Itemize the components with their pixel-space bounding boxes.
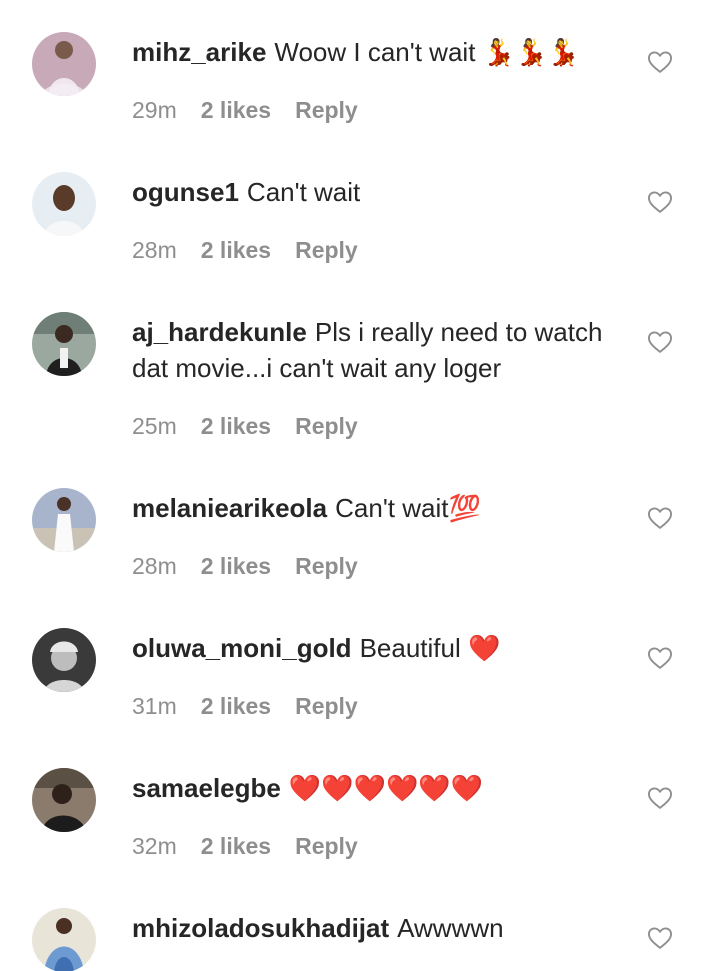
comment-body: oluwa_moni_gold Beautiful ❤️ [132,630,632,666]
comment-meta: 32m 2 likes Reply [132,832,358,860]
comment-username[interactable]: samaelegbe [132,773,281,803]
avatar[interactable] [32,768,96,832]
reply-button[interactable]: Reply [295,97,358,123]
comment-username[interactable]: mhizoladosukhadijat [132,913,389,943]
reply-button[interactable]: Reply [295,833,358,859]
avatar-image [32,908,96,971]
comment-timestamp: 28m [132,237,177,263]
like-button[interactable] [646,784,674,812]
comment-username[interactable]: ogunse1 [132,177,239,207]
comment-meta: 25m 2 likes Reply [132,412,358,440]
like-button[interactable] [646,924,674,952]
comment-meta: 28m 2 likes Reply [132,552,358,580]
like-button[interactable] [646,504,674,532]
avatar[interactable] [32,312,96,376]
comment-username[interactable]: aj_hardekunle [132,317,307,347]
comment-username[interactable]: oluwa_moni_gold [132,633,352,663]
comment-body: mihz_arike Woow I can't wait 💃💃💃 [132,34,632,70]
avatar[interactable] [32,32,96,96]
heart-outline-icon [647,191,673,213]
reply-button[interactable]: Reply [295,553,358,579]
comment-body: ogunse1 Can't wait [132,174,632,210]
avatar[interactable] [32,628,96,692]
comment-timestamp: 29m [132,97,177,123]
comment-likes-count[interactable]: 2 likes [201,833,271,859]
avatar-image [32,628,96,692]
comment-timestamp: 28m [132,553,177,579]
avatar-image [32,312,96,376]
comment-text: Woow I can't wait 💃💃💃 [274,37,580,67]
comment-text: Can't wait💯 [335,493,481,523]
heart-outline-icon [647,507,673,529]
avatar-image [32,768,96,832]
comment-timestamp: 32m [132,833,177,859]
heart-outline-icon [647,787,673,809]
like-button[interactable] [646,644,674,672]
heart-outline-icon [647,647,673,669]
comment-timestamp: 25m [132,413,177,439]
avatar[interactable] [32,488,96,552]
avatar-image [32,488,96,552]
avatar-image [32,32,96,96]
comment-likes-count[interactable]: 2 likes [201,97,271,123]
like-button[interactable] [646,188,674,216]
comment-timestamp: 31m [132,693,177,719]
comment-body: melaniearikeola Can't wait💯 [132,490,632,526]
comment-body: aj_hardekunle Pls i really need to watch … [132,314,632,386]
like-button[interactable] [646,48,674,76]
reply-button[interactable]: Reply [295,693,358,719]
comment-text: Beautiful ❤️ [359,633,501,663]
heart-outline-icon [647,927,673,949]
heart-outline-icon [647,331,673,353]
comment-meta: 28m 2 likes Reply [132,236,358,264]
like-button[interactable] [646,328,674,356]
heart-outline-icon [647,51,673,73]
avatar[interactable] [32,172,96,236]
reply-button[interactable]: Reply [295,237,358,263]
comment-likes-count[interactable]: 2 likes [201,413,271,439]
comment-text: ❤️❤️❤️❤️❤️❤️ [288,773,484,803]
comment-body: mhizoladosukhadijat Awwwwn [132,910,632,946]
comment-list: mihz_arike Woow I can't wait 💃💃💃 29m 2 lik… [0,0,720,971]
avatar-image [32,172,96,236]
comment-username[interactable]: mihz_arike [132,37,266,67]
comment-text: Can't wait [246,177,361,207]
comment-meta: 31m 2 likes Reply [132,692,358,720]
comment-likes-count[interactable]: 2 likes [201,237,271,263]
comment-meta: 29m 2 likes Reply [132,96,358,124]
reply-button[interactable]: Reply [295,413,358,439]
comment-likes-count[interactable]: 2 likes [201,553,271,579]
comment-text: Awwwwn [397,913,504,943]
comment-likes-count[interactable]: 2 likes [201,693,271,719]
comment-username[interactable]: melaniearikeola [132,493,327,523]
avatar[interactable] [32,908,96,971]
comment-body: samaelegbe ❤️❤️❤️❤️❤️❤️ [132,770,632,806]
